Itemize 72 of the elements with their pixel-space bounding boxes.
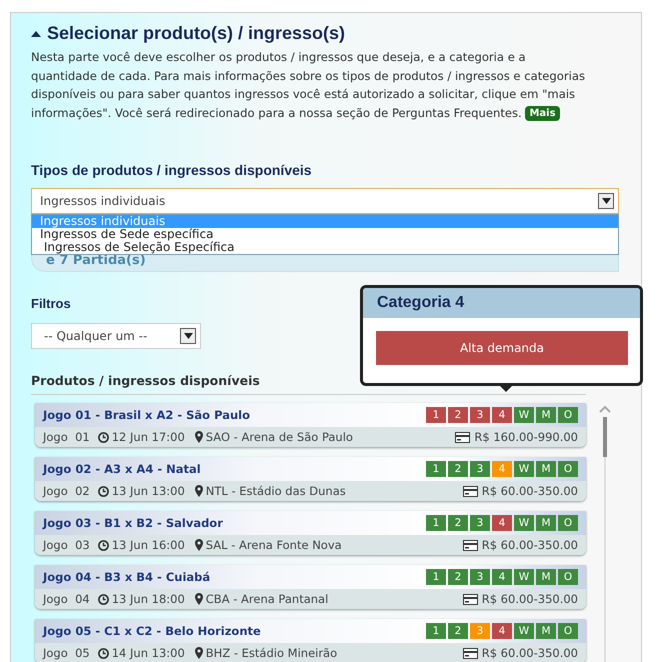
- match-datetime: 14 Jun 13:00: [112, 646, 185, 660]
- section-title: Selecionar produto(s) / ingresso(s): [47, 23, 346, 44]
- category-badge[interactable]: O: [558, 623, 578, 639]
- category-badge[interactable]: 4: [492, 623, 512, 639]
- category-badge[interactable]: 3: [470, 623, 490, 639]
- category-badge[interactable]: W: [514, 515, 534, 531]
- category-badge[interactable]: 2: [448, 623, 468, 639]
- match-venue: SAL - Arena Fonte Nova: [206, 538, 342, 552]
- match-venue: CBA - Arena Pantanal: [206, 592, 328, 606]
- match-datetime: 13 Jun 13:00: [112, 484, 185, 498]
- category-badge[interactable]: 3: [470, 569, 490, 585]
- demand-status: Alta demanda: [376, 331, 628, 365]
- match-venue: BHZ - Estádio Mineirão: [206, 646, 338, 660]
- match-title: Jogo 03 - B1 x B2 - Salvador: [43, 516, 223, 530]
- category-badge[interactable]: 1: [426, 407, 446, 423]
- category-badge[interactable]: 2: [448, 569, 468, 585]
- category-badge[interactable]: W: [514, 407, 534, 423]
- filter-select[interactable]: -- Qualquer um --: [31, 323, 201, 349]
- match-price: R$ 60.00-350.00: [482, 484, 578, 498]
- tooltip-title: Categoria 4: [363, 288, 640, 318]
- match-price: R$ 60.00-350.00: [482, 646, 578, 660]
- match-number: Jogo 03: [43, 538, 90, 552]
- match-number: Jogo 04: [43, 592, 90, 606]
- category-badge[interactable]: W: [514, 461, 534, 477]
- category-badge[interactable]: 2: [448, 407, 468, 423]
- category-badge[interactable]: 1: [426, 515, 446, 531]
- category-badge[interactable]: 2: [448, 515, 468, 531]
- category-badge[interactable]: 4: [492, 407, 512, 423]
- dropdown-option[interactable]: Ingressos de Sede específica: [32, 228, 618, 241]
- category-badge[interactable]: W: [514, 569, 534, 585]
- match-title: Jogo 04 - B3 x B4 - Cuiabá: [43, 570, 210, 584]
- field-label: Filtros: [31, 296, 71, 311]
- dropdown-option[interactable]: Ingressos individuais: [32, 215, 618, 228]
- match-price: R$ 60.00-350.00: [482, 592, 578, 606]
- match-price: R$ 60.00-350.00: [482, 538, 578, 552]
- match-title: Jogo 02 - A3 x A4 - Natal: [43, 462, 201, 476]
- category-badge[interactable]: M: [536, 569, 556, 585]
- category-badge[interactable]: M: [536, 515, 556, 531]
- product-type-select[interactable]: Ingressos individuais: [31, 188, 619, 214]
- match-venue: NTL - Estádio das Dunas: [206, 484, 346, 498]
- category-badge[interactable]: 1: [426, 623, 446, 639]
- match-price: R$ 160.00-990.00: [474, 430, 578, 444]
- category-badge[interactable]: 4: [492, 569, 512, 585]
- category-badge[interactable]: O: [558, 515, 578, 531]
- match-number: Jogo 05: [43, 646, 90, 660]
- match-number: Jogo 01: [43, 430, 90, 444]
- category-badge[interactable]: 1: [426, 569, 446, 585]
- intro-text: Nesta parte você deve escolher os produtos / ingressos que deseja, e a categoria e a quantidade de cada. Para mais informações sobre os tipos de produtos / ingressos e categorias disponíveis ou para saber quantos ingressos você está autorizado a solicitar, clique em "mais informações". Você será redirecionado para a nossa seção de Perguntas Frequentes. Mais: [31, 49, 586, 122]
- category-badge[interactable]: M: [536, 461, 556, 477]
- match-number: Jogo 02: [43, 484, 90, 498]
- category-badge[interactable]: O: [558, 407, 578, 423]
- field-label: Tipos de produtos / ingressos disponíveis: [31, 162, 313, 178]
- more-button[interactable]: Mais: [525, 106, 560, 120]
- category-badge[interactable]: M: [536, 623, 556, 639]
- category-badge[interactable]: O: [558, 569, 578, 585]
- match-title: Jogo 05 - C1 x C2 - Belo Horizonte: [43, 624, 261, 638]
- category-badge[interactable]: 4: [492, 461, 512, 477]
- dropdown-option[interactable]: Ingressos de Seleção Específica: [32, 241, 618, 254]
- category-badge[interactable]: 2: [448, 461, 468, 477]
- category-badge[interactable]: 3: [470, 515, 490, 531]
- category-badge[interactable]: W: [514, 623, 534, 639]
- match-datetime: 12 Jun 17:00: [112, 430, 185, 444]
- match-datetime: 13 Jun 18:00: [112, 592, 185, 606]
- category-badge[interactable]: 3: [470, 407, 490, 423]
- category-badge[interactable]: 1: [426, 461, 446, 477]
- match-title: Jogo 01 - Brasil x A2 - São Paulo: [43, 408, 250, 422]
- match-datetime: 13 Jun 16:00: [112, 538, 185, 552]
- category-badge[interactable]: O: [558, 461, 578, 477]
- category-badge[interactable]: M: [536, 407, 556, 423]
- match-venue: SAO - Arena de São Paulo: [206, 430, 353, 444]
- category-badge[interactable]: 4: [492, 515, 512, 531]
- category-badge[interactable]: 3: [470, 461, 490, 477]
